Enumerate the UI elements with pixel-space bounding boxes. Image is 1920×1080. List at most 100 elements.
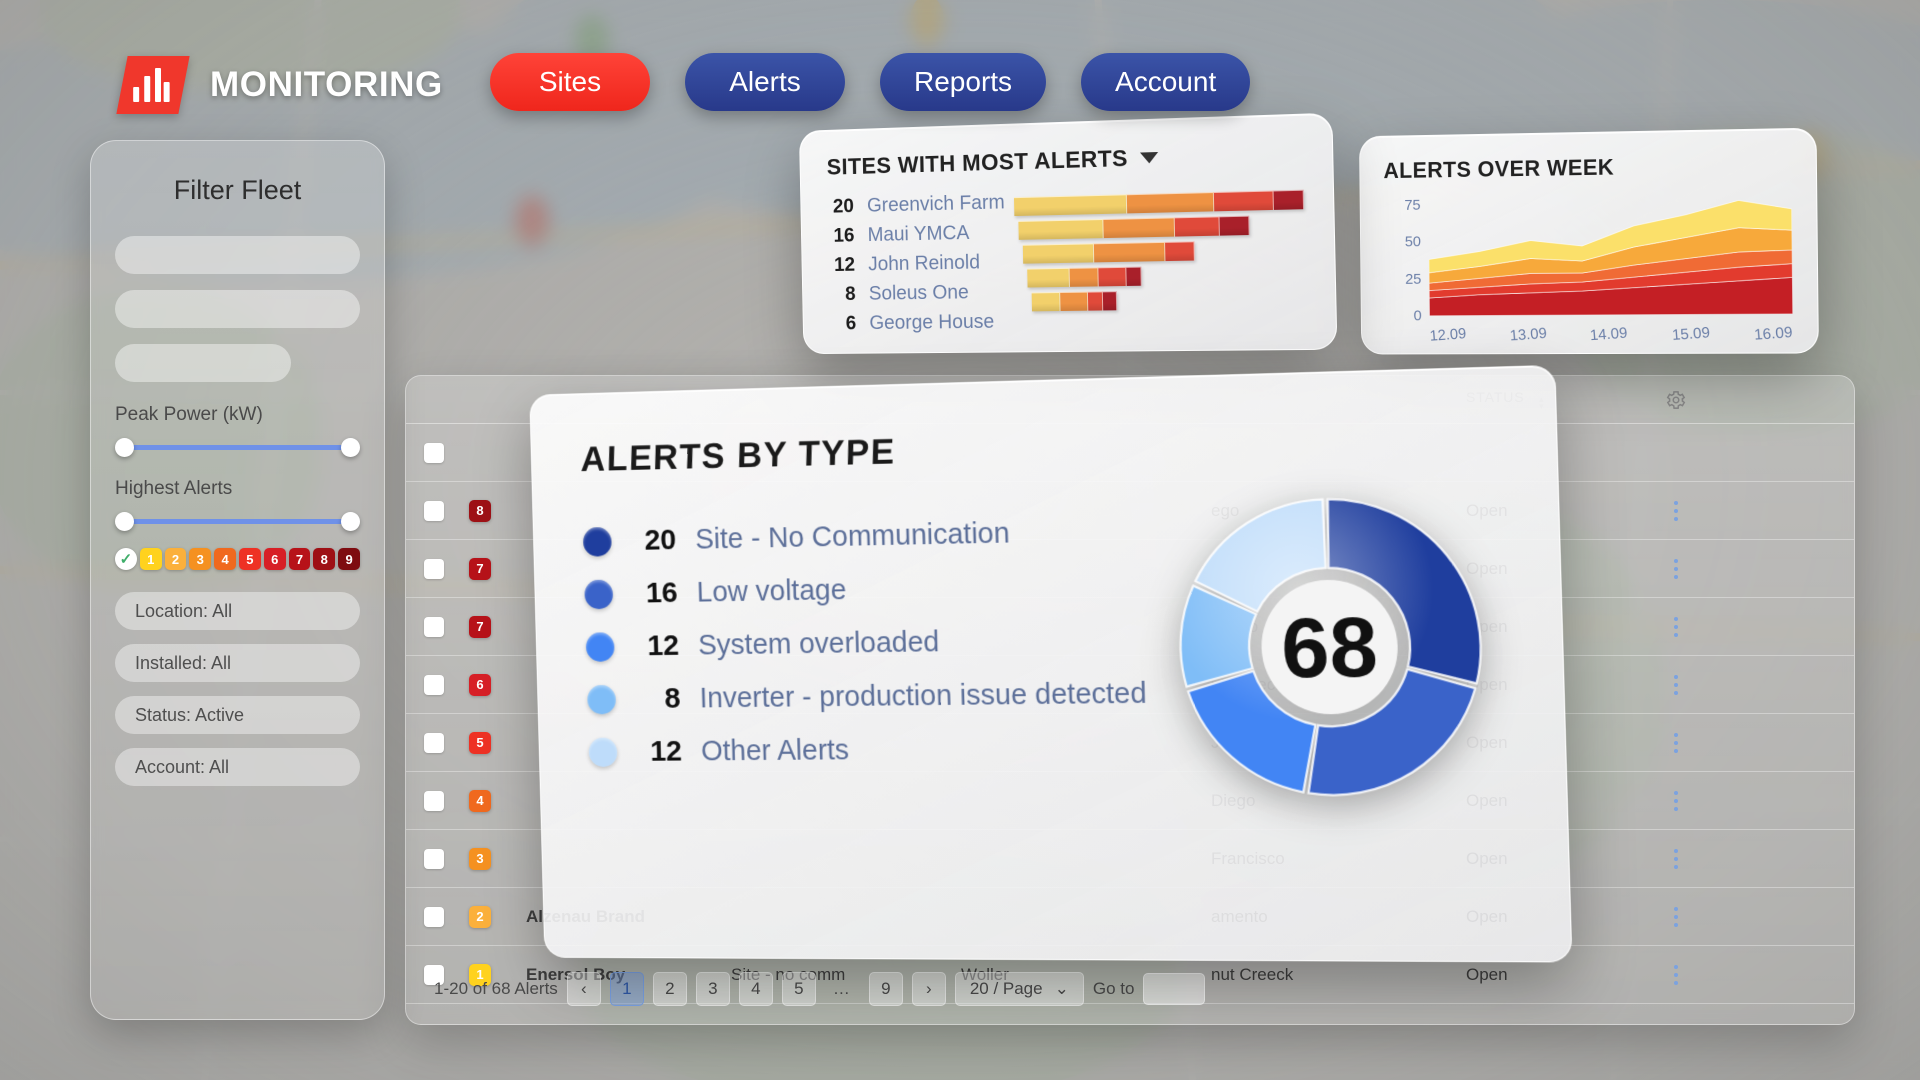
row-severity: 8: [444, 499, 516, 522]
pagination-page-1[interactable]: 1: [609, 972, 644, 1006]
x-tick: 16.09: [1753, 323, 1794, 344]
legend-item[interactable]: 8 Inverter - production issue detected: [587, 677, 1147, 717]
row-actions-button[interactable]: [1646, 790, 1706, 811]
kebab-menu-icon: [1674, 732, 1678, 753]
pagination-prev-button[interactable]: ‹: [566, 972, 601, 1006]
row-checkbox[interactable]: [424, 558, 444, 579]
y-tick: 75: [1404, 196, 1421, 214]
pagination-pages: 1 2 3 4 5 … 9: [609, 972, 903, 1006]
legend-item[interactable]: 20 Site - No Communication: [582, 514, 1143, 559]
filter-skeleton-2[interactable]: [115, 290, 360, 328]
legend-label: Other Alerts: [700, 734, 850, 767]
severity-badge: 7: [469, 615, 491, 638]
y-tick: 0: [1413, 307, 1422, 325]
kebab-menu-icon: [1674, 616, 1678, 637]
x-tick: 15.09: [1671, 324, 1711, 345]
severity-badge-3[interactable]: 3: [189, 548, 212, 570]
bar-chart-logo-icon: [116, 56, 190, 114]
severity-badge-5[interactable]: 5: [238, 548, 261, 570]
site-list-item[interactable]: 12 John Reinold: [829, 251, 1007, 277]
site-alert-count: 20: [832, 195, 855, 218]
filter-skeleton-1[interactable]: [115, 236, 360, 274]
site-list-item[interactable]: 6 George House: [830, 311, 1008, 336]
pagination-page-9[interactable]: 9: [868, 972, 903, 1006]
severity-badge-1[interactable]: 1: [139, 548, 162, 570]
legend-item[interactable]: 12 Other Alerts: [588, 731, 1148, 769]
row-actions-button[interactable]: [1646, 732, 1706, 753]
x-tick: 12.09: [1429, 325, 1467, 345]
nav-tab-alerts[interactable]: Alerts: [685, 53, 845, 111]
brand-logo[interactable]: MONITORING: [116, 56, 443, 114]
nav-tab-account[interactable]: Account: [1081, 53, 1251, 111]
legend-color-dot: [587, 684, 617, 715]
site-list-item[interactable]: 16 Maui YMCA: [828, 221, 1006, 247]
site-alert-count: 6: [845, 312, 857, 335]
row-checkbox[interactable]: [424, 790, 444, 811]
severity-badge: 4: [469, 789, 491, 812]
legend-item[interactable]: 16 Low voltage: [584, 568, 1144, 611]
page-size-select[interactable]: 20 / Page ⌄: [954, 972, 1084, 1006]
severity-filter-row: ✓ 1 2 3 4 5 6 7 8 9: [115, 548, 360, 570]
peak-power-slider[interactable]: [115, 438, 360, 457]
pagination-next-button[interactable]: ›: [911, 972, 946, 1006]
row-severity: 2: [444, 905, 516, 928]
site-list-item[interactable]: 20 Greenvich Farm: [827, 191, 1005, 218]
caret-down-icon[interactable]: [1139, 151, 1159, 164]
filter-skeleton-3[interactable]: [115, 344, 292, 382]
legend-value: 20: [643, 523, 677, 557]
pagination-page-2[interactable]: 2: [652, 972, 687, 1006]
stacked-bar-segment: [1027, 267, 1070, 288]
row-checkbox[interactable]: [424, 442, 444, 463]
row-actions-button[interactable]: [1646, 616, 1706, 637]
pagination-page-5[interactable]: 5: [781, 972, 816, 1006]
gear-icon: [1666, 390, 1686, 409]
severity-badge-all[interactable]: ✓: [115, 548, 137, 570]
filter-installed[interactable]: Installed: All: [115, 644, 360, 682]
row-checkbox[interactable]: [424, 674, 444, 695]
legend-item[interactable]: 12 System overloaded: [585, 622, 1146, 663]
row-checkbox[interactable]: [424, 616, 444, 637]
row-checkbox[interactable]: [424, 906, 444, 927]
goto-label: Go to: [1092, 979, 1135, 998]
filter-status[interactable]: Status: Active: [115, 696, 360, 734]
x-tick: 14.09: [1589, 324, 1629, 345]
severity-badge-2[interactable]: 2: [164, 548, 187, 570]
severity-badge-8[interactable]: 8: [313, 548, 336, 570]
severity-badge-9[interactable]: 9: [338, 548, 360, 570]
y-tick: 50: [1404, 233, 1422, 251]
nav-tab-reports[interactable]: Reports: [880, 53, 1047, 111]
row-actions-button[interactable]: [1646, 558, 1706, 579]
row-checkbox[interactable]: [424, 500, 444, 521]
legend-color-dot: [582, 526, 612, 557]
row-actions-button[interactable]: [1646, 906, 1706, 927]
highest-alerts-slider[interactable]: [115, 512, 360, 531]
filter-account[interactable]: Account: All: [115, 748, 360, 786]
stacked-bar: [1023, 241, 1196, 264]
filter-location[interactable]: Location: All: [115, 592, 360, 630]
kebab-menu-icon: [1674, 500, 1678, 521]
severity-badge-7[interactable]: 7: [288, 548, 311, 570]
row-severity: 4: [444, 789, 516, 812]
site-name: Maui YMCA: [867, 222, 970, 246]
site-name: John Reinold: [868, 251, 981, 276]
nav-tab-sites[interactable]: Sites: [490, 53, 650, 111]
severity-badge-6[interactable]: 6: [263, 548, 286, 570]
row-actions-button[interactable]: [1646, 848, 1706, 869]
row-checkbox[interactable]: [424, 848, 444, 869]
severity-badge-4[interactable]: 4: [214, 548, 236, 570]
row-actions-button[interactable]: [1646, 674, 1706, 695]
row-actions-button[interactable]: [1646, 500, 1706, 521]
table-settings-button[interactable]: [1646, 389, 1706, 411]
site-list-item[interactable]: 8 Soleus One: [829, 281, 1007, 306]
kebab-menu-icon: [1674, 790, 1678, 811]
row-checkbox[interactable]: [424, 732, 444, 753]
pagination-page-3[interactable]: 3: [695, 972, 730, 1006]
pagination-page-4[interactable]: 4: [738, 972, 773, 1006]
row-severity: 6: [444, 673, 516, 696]
legend-label: Low voltage: [696, 573, 847, 608]
kebab-menu-icon: [1674, 558, 1678, 579]
stacked-bar-segment: [1059, 291, 1089, 312]
goto-input[interactable]: [1143, 973, 1206, 1005]
severity-badge: 5: [469, 731, 491, 754]
legend-value: 16: [645, 576, 679, 610]
